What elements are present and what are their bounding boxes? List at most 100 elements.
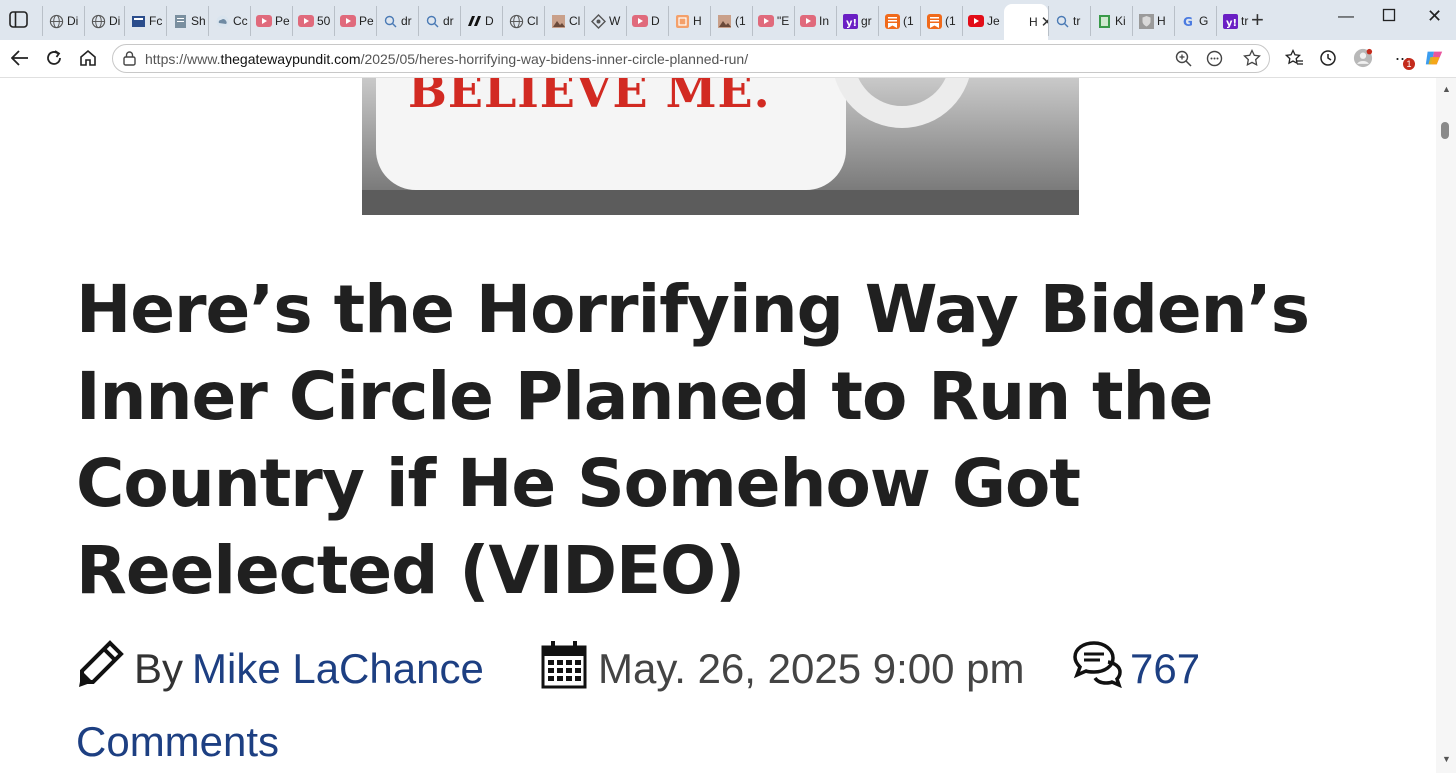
history-icon[interactable] <box>1318 48 1338 68</box>
tab[interactable]: y! gr <box>836 6 878 36</box>
minimize-icon[interactable]: — <box>1338 8 1354 26</box>
notification-badge: 1 <box>1403 58 1415 70</box>
tab-label: D <box>485 14 494 28</box>
scroll-down-icon[interactable]: ▼ <box>1442 754 1451 764</box>
refresh-icon[interactable] <box>44 48 64 68</box>
youtube-icon <box>256 13 272 29</box>
close-window-icon[interactable]: ✕ <box>1427 6 1442 27</box>
tab[interactable]: y! tr <box>1216 6 1256 36</box>
tab[interactable]: In <box>794 6 836 36</box>
mug-handle <box>832 78 972 128</box>
tab-close-icon[interactable]: ✕ <box>1041 13 1048 31</box>
tab[interactable]: Cl <box>544 6 584 36</box>
tab-label: Ki <box>1115 14 1126 28</box>
home-icon[interactable] <box>78 48 98 68</box>
tab-label: 50 <box>317 14 331 28</box>
author-link[interactable]: Mike LaChance <box>192 645 484 693</box>
scroll-thumb[interactable] <box>1441 122 1449 139</box>
tab[interactable]: Ki <box>1090 6 1132 36</box>
tab[interactable]: D <box>626 6 668 36</box>
tab-actions-icon[interactable] <box>9 11 29 29</box>
zoom-icon[interactable] <box>1175 50 1192 72</box>
image-icon <box>550 13 566 29</box>
shield-icon <box>1138 13 1154 29</box>
url-text[interactable]: https://www.thegatewaypundit.com/2025/05… <box>145 51 748 67</box>
tab-label: Cc <box>233 14 248 28</box>
back-icon[interactable] <box>10 48 30 68</box>
tab[interactable]: W <box>584 6 626 36</box>
favorite-star-icon[interactable] <box>1243 48 1261 72</box>
tab-label: Cl <box>569 14 581 28</box>
profile-avatar[interactable] <box>1353 48 1373 68</box>
search-icon <box>424 13 440 29</box>
tab-label: Sh <box>191 14 206 28</box>
calendar-icon <box>541 640 587 700</box>
tab-label: In <box>819 14 830 28</box>
tab[interactable]: GG <box>1174 6 1216 36</box>
tab[interactable]: "E <box>752 6 794 36</box>
comments-link[interactable]: Comments <box>76 718 279 766</box>
tab-label: (1 <box>903 14 914 28</box>
page-icon <box>1010 14 1026 30</box>
image-icon <box>716 13 732 29</box>
svg-text:y!: y! <box>846 18 857 29</box>
google-icon: G <box>1180 13 1196 29</box>
new-tab-button[interactable]: + <box>1251 9 1264 31</box>
bookmark-icon <box>674 13 690 29</box>
lock-icon[interactable] <box>123 51 136 71</box>
tab[interactable]: Cl <box>502 6 544 36</box>
tab[interactable]: Cc <box>208 6 250 36</box>
article-headline: Here’s the Horrifying Way Biden’s Inner … <box>76 271 1310 609</box>
address-bar[interactable]: https://www.thegatewaypundit.com/2025/05… <box>112 44 1270 73</box>
comments-icon[interactable] <box>1072 640 1124 698</box>
pencil-icon <box>76 640 124 700</box>
tab[interactable]: 50 <box>292 6 334 36</box>
globe-icon <box>508 13 524 29</box>
tab[interactable]: Pe <box>334 6 376 36</box>
cloud-icon <box>214 13 230 29</box>
scroll-up-icon[interactable]: ▲ <box>1442 84 1451 94</box>
tab[interactable]: Pe <box>250 6 292 36</box>
substack-icon <box>884 13 900 29</box>
tab[interactable]: Fc <box>124 6 166 36</box>
substack-icon <box>926 13 942 29</box>
tab[interactable]: Di <box>42 6 84 36</box>
doc-icon <box>172 13 188 29</box>
tab[interactable]: dr <box>418 6 460 36</box>
page-scrollbar[interactable]: ▲ ▼ <box>1436 78 1456 773</box>
more-options-icon[interactable]: ··· 1 <box>1388 48 1416 70</box>
favorites-icon[interactable] <box>1284 48 1304 68</box>
tab-label: H <box>693 14 702 28</box>
tab-label: H <box>1157 14 1166 28</box>
tab[interactable]: (1 <box>920 6 962 36</box>
tab[interactable]: Di <box>84 6 124 36</box>
tab[interactable]: D <box>460 6 502 36</box>
tab[interactable]: tr <box>1048 6 1090 36</box>
tab-label: dr <box>443 14 454 28</box>
read-aloud-icon[interactable] <box>1206 50 1223 72</box>
page-content: BELIEVE ME. Here’s the Horrifying Way Bi… <box>4 78 1436 773</box>
tab-active[interactable]: H ✕ <box>1004 4 1048 40</box>
sheet-icon <box>1096 13 1112 29</box>
maximize-icon[interactable] <box>1382 8 1396 27</box>
copilot-icon[interactable] <box>1424 48 1444 68</box>
tab[interactable]: Je <box>962 6 1004 36</box>
globe-icon <box>90 13 106 29</box>
tab[interactable]: dr <box>376 6 418 36</box>
mug-text: BELIEVE ME. <box>408 78 771 118</box>
tab[interactable]: Sh <box>166 6 208 36</box>
tab-label: Je <box>987 14 1000 28</box>
tab[interactable]: (1 <box>878 6 920 36</box>
youtube-icon <box>800 13 816 29</box>
search-icon <box>382 13 398 29</box>
youtube-icon <box>340 13 356 29</box>
youtube-icon <box>298 13 314 29</box>
tab-strip: Di Di Fc Sh Cc Pe 50 Pe dr dr D Cl Cl W D H (1 "E In y! gr (1… <box>0 0 1456 41</box>
tab-label: (1 <box>735 14 746 28</box>
tab[interactable]: (1 <box>710 6 752 36</box>
comments-count-link[interactable]: 767 <box>1130 645 1200 693</box>
tab-label: D <box>651 14 660 28</box>
tab[interactable]: H <box>1132 6 1174 36</box>
tab[interactable]: H <box>668 6 710 36</box>
news-icon <box>130 13 146 29</box>
